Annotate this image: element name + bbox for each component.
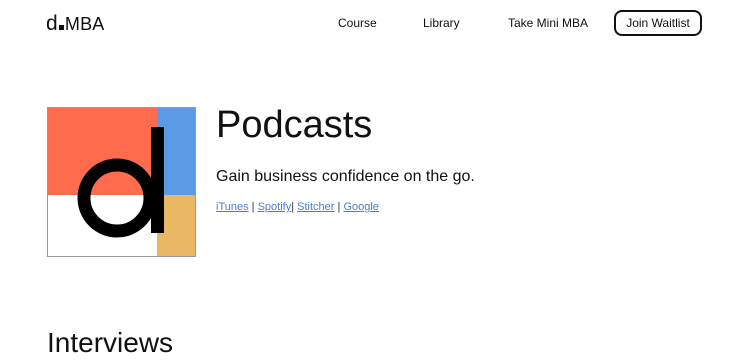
- spotify-link[interactable]: Spotify: [258, 201, 292, 213]
- join-waitlist-button[interactable]: Join Waitlist: [614, 10, 702, 36]
- interviews-heading: Interviews: [47, 327, 174, 358]
- nav-mini-mba-link[interactable]: Take Mini MBA: [508, 16, 588, 30]
- link-separator: |: [291, 201, 295, 213]
- link-separator: |: [251, 201, 255, 213]
- itunes-link[interactable]: iTunes: [216, 201, 249, 213]
- podcast-platform-links: iTunes | Spotify| Stitcher | Google: [216, 201, 379, 213]
- d-letter-stem: [151, 127, 164, 233]
- logo-text: MBA: [64, 14, 105, 34]
- google-link[interactable]: Google: [343, 201, 378, 213]
- logo-dot-icon: [58, 25, 64, 30]
- nav-course-link[interactable]: Course: [338, 16, 377, 30]
- page-subtitle: Gain business confidence on the go.: [216, 168, 475, 185]
- stitcher-link[interactable]: Stitcher: [297, 201, 334, 213]
- podcast-cover-art: [47, 107, 196, 257]
- nav-library-link[interactable]: Library: [423, 16, 460, 30]
- dmba-logo[interactable]: d MBA: [46, 12, 105, 36]
- page-title: Podcasts: [216, 104, 373, 146]
- page: d MBA Course Library Take Mini MBA Join …: [0, 0, 750, 363]
- d-letter-logo-icon: [48, 108, 195, 256]
- link-separator: |: [337, 201, 341, 213]
- logo-letter: d: [46, 12, 58, 35]
